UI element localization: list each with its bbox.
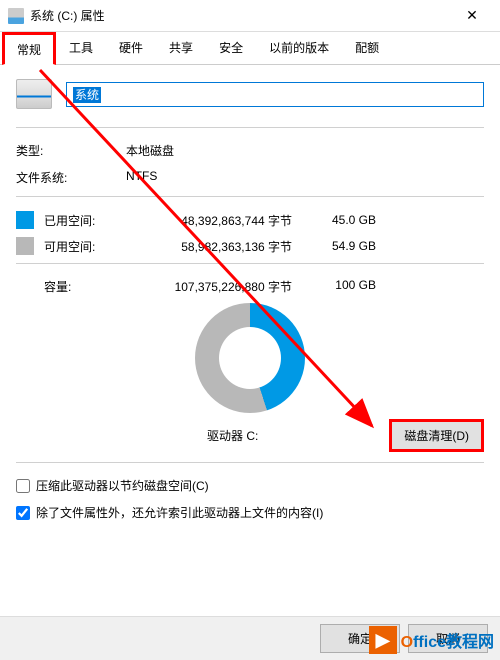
index-checkbox-row: 除了文件属性外，还允许索引此驱动器上文件的内容(I) [16, 504, 484, 521]
compress-label: 压缩此驱动器以节约磁盘空间(C) [36, 477, 209, 494]
separator-2 [16, 196, 484, 197]
capacity-bytes: 107,375,226,880 字节 [126, 278, 316, 295]
usage-pie-chart [195, 303, 305, 413]
filesystem-label: 文件系统: [16, 169, 126, 186]
free-swatch-icon [16, 237, 34, 255]
tab-sharing-label: 共享 [169, 41, 193, 55]
compress-checkbox[interactable] [16, 479, 30, 493]
window-title: 系统 (C:) 属性 [30, 7, 452, 24]
tab-hardware-label: 硬件 [119, 41, 143, 55]
tab-previous-label: 以前的版本 [269, 41, 329, 55]
tab-security[interactable]: 安全 [206, 32, 256, 64]
disk-cleanup-label: 磁盘清理(D) [404, 429, 469, 443]
titlebar: 系统 (C:) 属性 ✕ [0, 0, 500, 32]
drive-icon [16, 79, 52, 109]
free-size: 54.9 GB [316, 239, 376, 253]
type-row: 类型: 本地磁盘 [16, 142, 484, 159]
separator-4 [16, 462, 484, 463]
filesystem-row: 文件系统: NTFS [16, 169, 484, 186]
compress-checkbox-row: 压缩此驱动器以节约磁盘空间(C) [16, 477, 484, 494]
capacity-row: 容量: 107,375,226,880 字节 100 GB [16, 278, 484, 295]
tab-tools[interactable]: 工具 [56, 32, 106, 64]
watermark-text-o: O [401, 634, 413, 651]
pie-chart-wrap [16, 303, 484, 413]
used-label: 已用空间: [44, 212, 126, 229]
free-bytes: 58,982,363,136 字节 [126, 238, 316, 255]
tab-general-label: 常规 [17, 43, 41, 57]
watermark: ▶ Office教程网 [369, 626, 494, 654]
watermark-text-rest: ffice教程网 [413, 634, 494, 651]
drive-letter-row: 驱动器 C: 磁盘清理(D) [16, 419, 484, 452]
used-size: 45.0 GB [316, 213, 376, 227]
close-icon: ✕ [466, 7, 478, 24]
used-swatch-icon [16, 211, 34, 229]
used-space-row: 已用空间: 48,392,863,744 字节 45.0 GB [16, 211, 484, 229]
close-button[interactable]: ✕ [452, 2, 492, 30]
separator-3 [16, 263, 484, 264]
tab-sharing[interactable]: 共享 [156, 32, 206, 64]
free-space-row: 可用空间: 58,982,363,136 字节 54.9 GB [16, 237, 484, 255]
tab-strip: 常规 工具 硬件 共享 安全 以前的版本 配额 [0, 32, 500, 65]
drive-name-row: 系统 [16, 79, 484, 109]
tab-security-label: 安全 [219, 41, 243, 55]
drive-letter-label: 驱动器 C: [16, 427, 389, 444]
drive-icon-small [8, 8, 24, 24]
type-value: 本地磁盘 [126, 142, 174, 159]
disk-cleanup-button[interactable]: 磁盘清理(D) [389, 419, 484, 452]
filesystem-value: NTFS [126, 169, 157, 186]
content-panel: 系统 类型: 本地磁盘 文件系统: NTFS 已用空间: 48,392,863,… [0, 65, 500, 545]
tab-tools-label: 工具 [69, 41, 93, 55]
drive-name-value: 系统 [73, 87, 101, 103]
tab-general[interactable]: 常规 [2, 32, 56, 65]
capacity-label: 容量: [44, 278, 126, 295]
free-label: 可用空间: [44, 238, 126, 255]
tab-quota[interactable]: 配额 [342, 32, 392, 64]
tab-previous-versions[interactable]: 以前的版本 [256, 32, 342, 64]
type-label: 类型: [16, 142, 126, 159]
capacity-size: 100 GB [316, 278, 376, 295]
drive-name-input[interactable]: 系统 [66, 82, 484, 107]
tab-hardware[interactable]: 硬件 [106, 32, 156, 64]
watermark-icon: ▶ [369, 626, 397, 654]
used-bytes: 48,392,863,744 字节 [126, 212, 316, 229]
separator-1 [16, 127, 484, 128]
tab-quota-label: 配额 [355, 41, 379, 55]
index-checkbox[interactable] [16, 506, 30, 520]
index-label: 除了文件属性外，还允许索引此驱动器上文件的内容(I) [36, 504, 323, 521]
